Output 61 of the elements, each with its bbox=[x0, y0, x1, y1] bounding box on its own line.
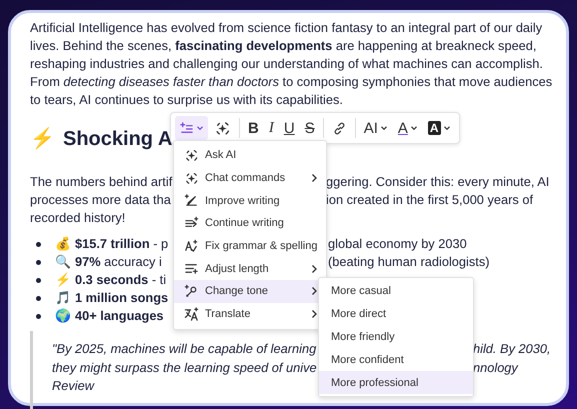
paragraph-text: processes more data tha bbox=[30, 191, 172, 209]
paragraph-text: ion created in the first 5,000 years of bbox=[326, 191, 534, 209]
ai-menu-button[interactable] bbox=[175, 116, 208, 140]
caret-icon bbox=[380, 124, 388, 132]
list-item-text: 97% accuracy i bbox=[75, 253, 162, 271]
bullet-emoji: ⚡ bbox=[55, 271, 71, 289]
submenu-item[interactable]: More professional bbox=[319, 371, 473, 394]
bullet-emoji: 🎵 bbox=[55, 289, 71, 307]
lines-plus-icon bbox=[184, 261, 199, 276]
text-color-button[interactable]: A bbox=[394, 116, 422, 140]
underline-button[interactable]: U bbox=[280, 116, 299, 140]
bullet-icon bbox=[36, 242, 41, 246]
menu-item[interactable]: Improve writing bbox=[174, 189, 326, 212]
paragraph-text: The numbers behind artif bbox=[30, 173, 173, 191]
paragraph-text: ggering. Consider this: every minute, AI bbox=[326, 173, 550, 191]
letter-check-icon bbox=[184, 238, 199, 254]
highlight-button[interactable]: A bbox=[424, 116, 455, 140]
ai-sparkle-icon bbox=[184, 148, 199, 163]
caret-icon bbox=[410, 124, 418, 132]
link-icon bbox=[332, 120, 347, 136]
microphone-sparkle-icon bbox=[184, 284, 199, 299]
list-item-text: 0.3 seconds - ti bbox=[75, 271, 166, 289]
bullet-icon bbox=[36, 260, 41, 264]
list-item-text: global economy by 2030 bbox=[328, 235, 468, 253]
translate-icon bbox=[184, 306, 199, 322]
pen-sparkle-icon bbox=[184, 193, 199, 208]
ai-sparkle-icon bbox=[214, 120, 231, 136]
menu-item[interactable]: Continue writing bbox=[174, 212, 326, 235]
ai-sparkle-icon bbox=[184, 170, 199, 186]
font-size-button[interactable]: AI bbox=[360, 116, 392, 140]
list-item-text: 40+ languages bbox=[75, 307, 164, 325]
bullet-emoji: 🔍 bbox=[55, 253, 71, 271]
quote-text: nnology bbox=[473, 358, 520, 377]
sparkle-list-icon bbox=[179, 120, 194, 136]
bold-button[interactable]: B bbox=[244, 116, 263, 140]
bullet-icon bbox=[36, 278, 41, 282]
menu-item[interactable]: Fix grammar & spelling bbox=[174, 234, 326, 258]
section-heading: Shocking A bbox=[63, 127, 172, 152]
strike-button[interactable]: S bbox=[300, 116, 319, 140]
intro-paragraph: Artificial Intelligence has evolved from science fiction fantasy to an integral part of our daily lives. Behind the scenes, fascinating developments are happening at breakneck speed, reshaping industries and challenging our understanding of what machines can accomplish. From detecting diseases faster than doctors to composing symphonies that move audiences to tears, AI continues to surprise us with its capabilities. bbox=[30, 19, 554, 109]
bullet-emoji: 💰 bbox=[55, 235, 71, 253]
bullet-icon bbox=[36, 314, 41, 318]
quote-text: Review bbox=[52, 377, 96, 395]
list-item-text: (beating human radiologists) bbox=[328, 253, 490, 271]
menu-item[interactable]: Adjust length bbox=[174, 257, 326, 280]
submenu-item[interactable]: More confident bbox=[319, 348, 473, 372]
italic-button[interactable]: I bbox=[264, 116, 278, 140]
list-item-text: 1 million songs bbox=[75, 289, 168, 307]
quote-text: hild. By 2030, bbox=[473, 340, 552, 358]
heading-emoji: ⚡ bbox=[30, 126, 55, 152]
list-item-text: $15.7 trillion - p bbox=[75, 235, 168, 253]
menu-item[interactable]: Ask AI bbox=[174, 144, 326, 167]
bullet-emoji: 🌍 bbox=[55, 307, 71, 325]
caret-icon bbox=[442, 124, 451, 132]
bullet-icon bbox=[36, 296, 41, 300]
quote-text: they might surpass the learning speed of unive bbox=[52, 358, 318, 377]
menu-item[interactable]: Chat commands bbox=[174, 166, 326, 190]
quote-text: "By 2025, machines will be capable of learning bbox=[52, 340, 318, 358]
submenu-item[interactable]: More friendly bbox=[319, 326, 473, 348]
paragraph-text: recorded history! bbox=[30, 209, 126, 227]
caret-icon bbox=[196, 124, 204, 132]
